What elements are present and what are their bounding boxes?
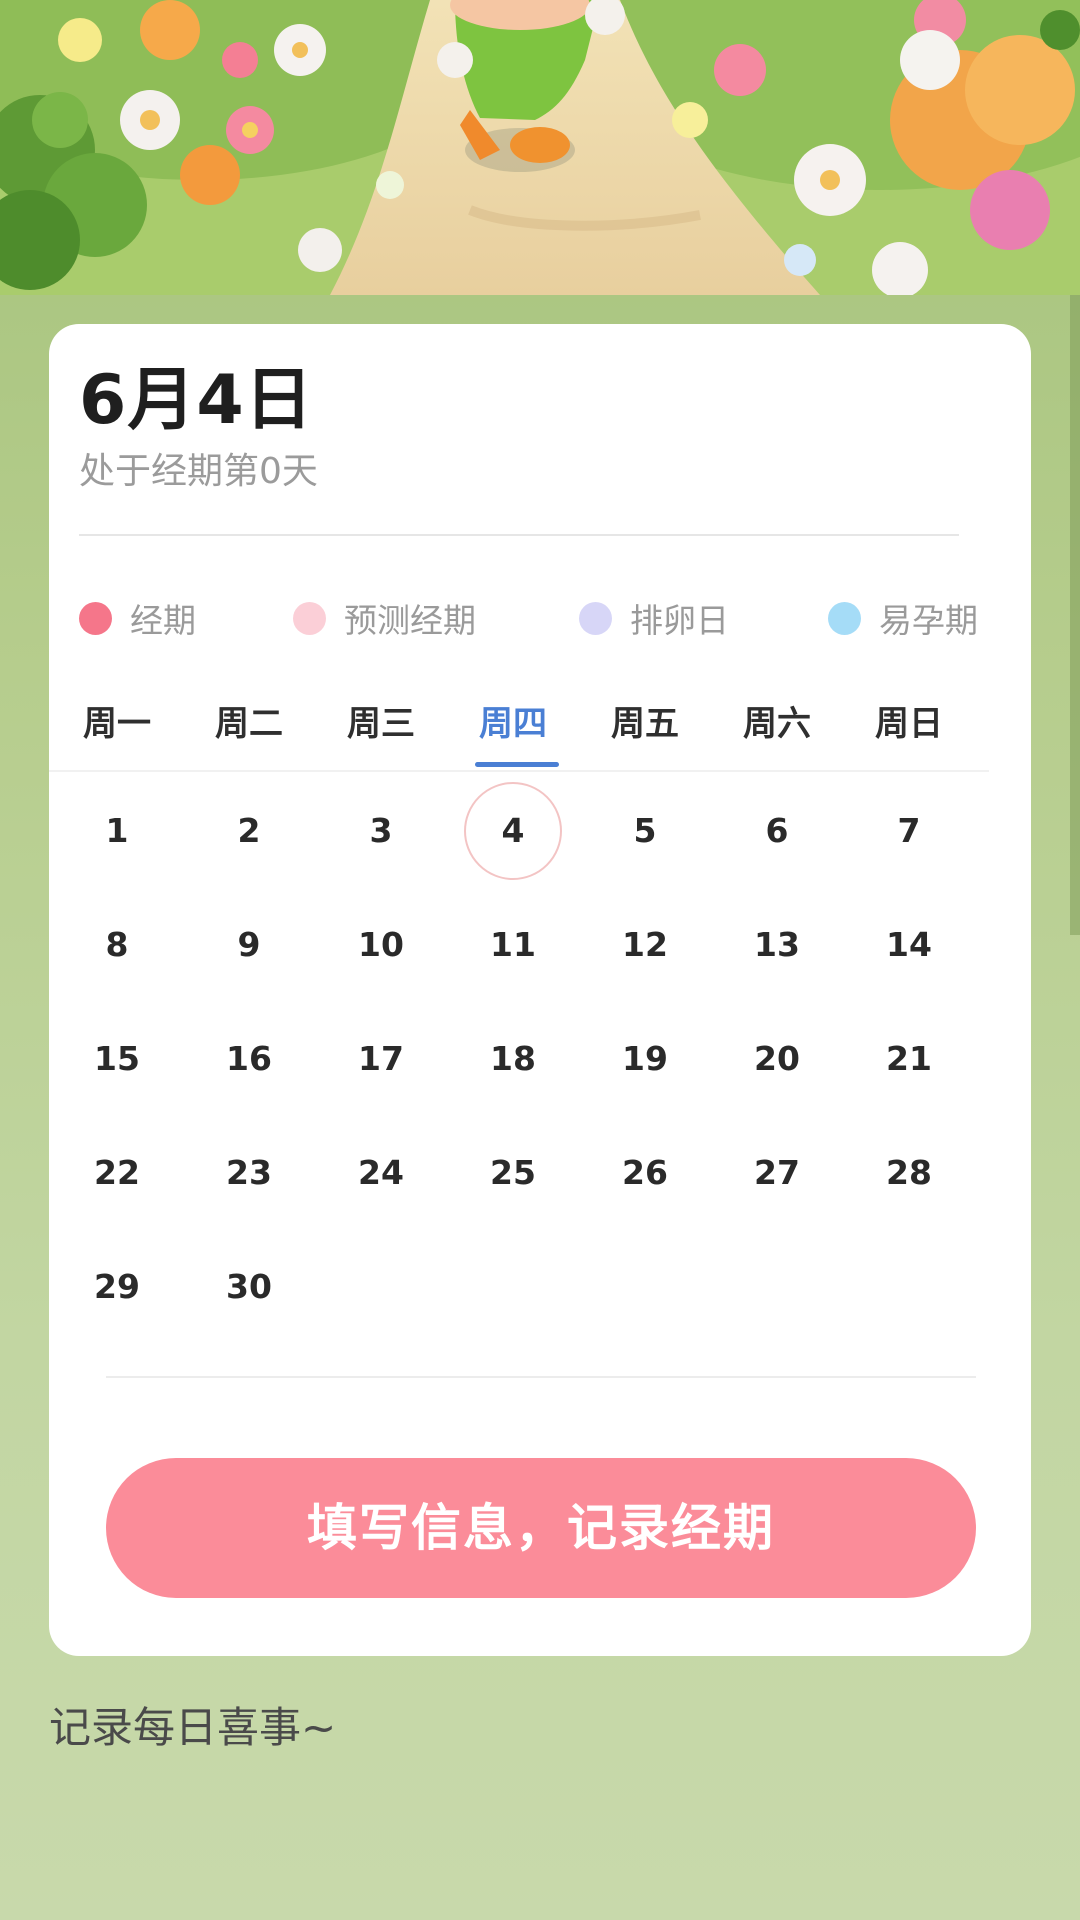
predicted-dot-icon — [293, 601, 326, 635]
ovulation-dot-icon — [579, 601, 612, 635]
legend-item-ovulation: 排卵日 — [579, 588, 729, 648]
record-period-button[interactable]: 填写信息，记录经期 — [106, 1458, 976, 1598]
calendar-day[interactable]: 11 — [447, 895, 579, 995]
date-title: 6月4日 — [79, 361, 314, 440]
calendar-day[interactable]: 13 — [711, 895, 843, 995]
calendar-day[interactable]: 22 — [51, 1123, 183, 1223]
calendar-day[interactable]: 9 — [183, 895, 315, 995]
calendar-day[interactable]: 18 — [447, 1009, 579, 1109]
calendar-day[interactable]: 12 — [579, 895, 711, 995]
calendar-day[interactable]: 26 — [579, 1123, 711, 1223]
calendar-day[interactable]: 5 — [579, 781, 711, 881]
calendar-day[interactable]: 6 — [711, 781, 843, 881]
calendar-day[interactable]: 7 — [843, 781, 975, 881]
divider — [79, 534, 959, 536]
calendar-day[interactable]: 15 — [51, 1009, 183, 1109]
calendar-day[interactable]: 14 — [843, 895, 975, 995]
cycle-status: 处于经期第0天 — [79, 451, 318, 492]
legend-item-predicted: 预测经期 — [293, 588, 476, 648]
calendar-day[interactable]: 25 — [447, 1123, 579, 1223]
legend-label: 经期 — [130, 601, 196, 640]
calendar-day[interactable]: 1 — [51, 781, 183, 881]
calendar-day[interactable]: 23 — [183, 1123, 315, 1223]
calendar-day[interactable]: 24 — [315, 1123, 447, 1223]
fertile-dot-icon — [828, 601, 861, 635]
calendar-day[interactable]: 2 — [183, 781, 315, 881]
calendar-day[interactable]: 28 — [843, 1123, 975, 1223]
tab-weekday[interactable]: 周一 — [51, 696, 183, 745]
calendar-day[interactable]: 21 — [843, 1009, 975, 1109]
calendar-day[interactable]: 8 — [51, 895, 183, 995]
legend-label: 易孕期 — [879, 601, 978, 640]
tab-weekday-active[interactable]: 周四 — [447, 696, 579, 745]
meadow-illustration — [0, 0, 1080, 295]
daily-section-title: 记录每日喜事~ — [49, 1703, 337, 1752]
calendar-day[interactable]: 16 — [183, 1009, 315, 1109]
calendar-day[interactable]: 20 — [711, 1009, 843, 1109]
tab-weekday[interactable]: 周日 — [843, 696, 975, 745]
scrollbar-track[interactable] — [1070, 295, 1080, 935]
tab-weekday[interactable]: 周二 — [183, 696, 315, 745]
calendar-day[interactable]: 10 — [315, 895, 447, 995]
legend-label: 预测经期 — [344, 601, 476, 640]
legend-item-fertile: 易孕期 — [828, 588, 978, 648]
calendar-day[interactable]: 30 — [183, 1237, 315, 1337]
calendar-day[interactable]: 17 — [315, 1009, 447, 1109]
legend-item-period: 经期 — [79, 588, 196, 648]
calendar-day[interactable]: 3 — [315, 781, 447, 881]
hero-illustration — [0, 0, 1080, 295]
tab-weekday[interactable]: 周六 — [711, 696, 843, 745]
tab-weekday[interactable]: 周五 — [579, 696, 711, 745]
legend: 经期 预测经期 排卵日 易孕期 — [49, 588, 1031, 648]
calendar-day[interactable]: 29 — [51, 1237, 183, 1337]
active-weekday-indicator — [475, 762, 559, 767]
calendar-day[interactable]: 4 — [447, 781, 579, 881]
tab-weekday[interactable]: 周三 — [315, 696, 447, 745]
calendar-day[interactable]: 27 — [711, 1123, 843, 1223]
divider — [49, 770, 989, 772]
calendar-card: 6月4日 处于经期第0天 经期 预测经期 排卵日 易孕期 周一 周二 周三 周四… — [49, 324, 1031, 1656]
calendar-day[interactable]: 19 — [579, 1009, 711, 1109]
legend-label: 排卵日 — [630, 601, 729, 640]
divider — [106, 1376, 976, 1378]
period-dot-icon — [79, 601, 112, 635]
